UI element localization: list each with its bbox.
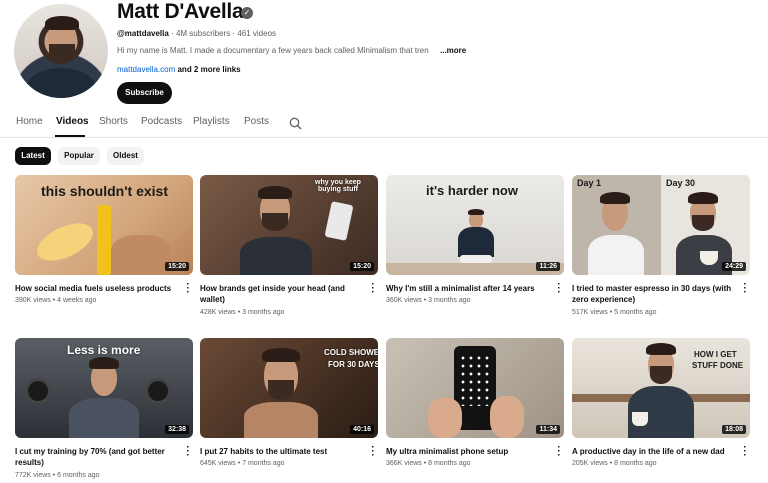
more-vert-icon[interactable]: · · ·	[370, 443, 376, 461]
video-title[interactable]: I put 27 habits to the ultimate test	[200, 446, 360, 457]
tab-posts[interactable]: Posts	[244, 116, 269, 127]
video-duration: 18:08	[722, 425, 746, 434]
video-stats: 517K views • 5 months ago	[572, 309, 657, 316]
video-stats: 360K views • 3 months ago	[386, 297, 471, 304]
video-thumbnail[interactable]: COLD SHOWERS FOR 30 DAYS 40:16	[200, 338, 378, 438]
description-more-link[interactable]: ...more	[440, 46, 466, 55]
channel-name: Matt D'Avella	[117, 0, 244, 23]
subscribe-button[interactable]: Subscribe	[117, 82, 172, 104]
more-vert-icon[interactable]: · · ·	[185, 280, 191, 298]
channel-description[interactable]: Hi my name is Matt. I made a documentary…	[117, 46, 437, 55]
video-thumbnail[interactable]: Day 1 Day 30 24:29	[572, 175, 750, 275]
video-stats: 772K views • 6 months ago	[15, 472, 100, 479]
website-link[interactable]: mattdavella.com	[117, 65, 175, 74]
more-vert-icon[interactable]: · · ·	[185, 443, 191, 461]
channel-avatar[interactable]	[14, 4, 108, 98]
chip-popular[interactable]: Popular	[58, 147, 100, 165]
video-duration: 15:20	[350, 262, 374, 271]
video-thumbnail[interactable]: it's harder now 11:26	[386, 175, 564, 275]
video-count: 461 videos	[237, 29, 277, 38]
video-thumbnail[interactable]: HOW I GET STUFF DONE 18:08	[572, 338, 750, 438]
channel-links: mattdavella.com and 2 more links	[117, 65, 241, 74]
tab-shorts[interactable]: Shorts	[99, 116, 128, 127]
video-duration: 40:16	[350, 425, 374, 434]
more-vert-icon[interactable]: · · ·	[556, 280, 562, 298]
video-thumbnail[interactable]: Less is more 32:38	[15, 338, 193, 438]
tab-home[interactable]: Home	[16, 116, 43, 127]
more-vert-icon[interactable]: · · ·	[370, 280, 376, 298]
video-title[interactable]: Why I'm still a minimalist after 14 year…	[386, 283, 546, 294]
video-title[interactable]: My ultra minimalist phone setup	[386, 446, 546, 457]
video-title[interactable]: How brands get inside your head (and wal…	[200, 283, 360, 305]
video-duration: 32:38	[165, 425, 189, 434]
verified-check-icon: ✓	[241, 7, 253, 19]
more-links-link[interactable]: and 2 more links	[177, 65, 240, 74]
more-vert-icon[interactable]: · · ·	[556, 443, 562, 461]
video-stats: 645K views • 7 months ago	[200, 460, 285, 467]
video-duration: 15:20	[165, 262, 189, 271]
video-stats: 390K views • 4 weeks ago	[15, 297, 97, 304]
video-title[interactable]: How social media fuels useless products	[15, 283, 175, 294]
more-vert-icon[interactable]: · · ·	[742, 280, 748, 298]
video-duration: 11:26	[536, 262, 560, 271]
video-duration: 24:29	[722, 262, 746, 271]
video-thumbnail[interactable]: why you keep buying stuff 15:20	[200, 175, 378, 275]
channel-tabs: Home Videos Shorts Podcasts Playlists Po…	[0, 112, 768, 138]
search-icon[interactable]	[289, 117, 302, 130]
video-stats: 428K views • 3 months ago	[200, 309, 285, 316]
chip-oldest[interactable]: Oldest	[107, 147, 144, 165]
tab-podcasts[interactable]: Podcasts	[141, 116, 182, 127]
video-duration: 11:34	[536, 425, 560, 434]
tab-videos[interactable]: Videos	[56, 116, 89, 127]
channel-meta: @mattdavella · 4M subscribers · 461 vide…	[117, 29, 277, 38]
active-tab-indicator	[55, 135, 85, 137]
more-vert-icon[interactable]: · · ·	[742, 443, 748, 461]
tab-playlists[interactable]: Playlists	[193, 116, 230, 127]
video-thumbnail[interactable]: 11:34	[386, 338, 564, 438]
chip-latest[interactable]: Latest	[15, 147, 51, 165]
video-thumbnail[interactable]: this shouldn't exist 15:20	[15, 175, 193, 275]
subscriber-count: 4M subscribers	[175, 29, 231, 38]
video-stats: 366K views • 8 months ago	[386, 460, 471, 467]
channel-handle: @mattdavella	[117, 29, 169, 38]
video-title[interactable]: I tried to master espresso in 30 days (w…	[572, 283, 732, 305]
video-title[interactable]: A productive day in the life of a new da…	[572, 446, 732, 457]
video-title[interactable]: I cut my training by 70% (and got better…	[15, 446, 175, 468]
video-stats: 205K views • 8 months ago	[572, 460, 657, 467]
